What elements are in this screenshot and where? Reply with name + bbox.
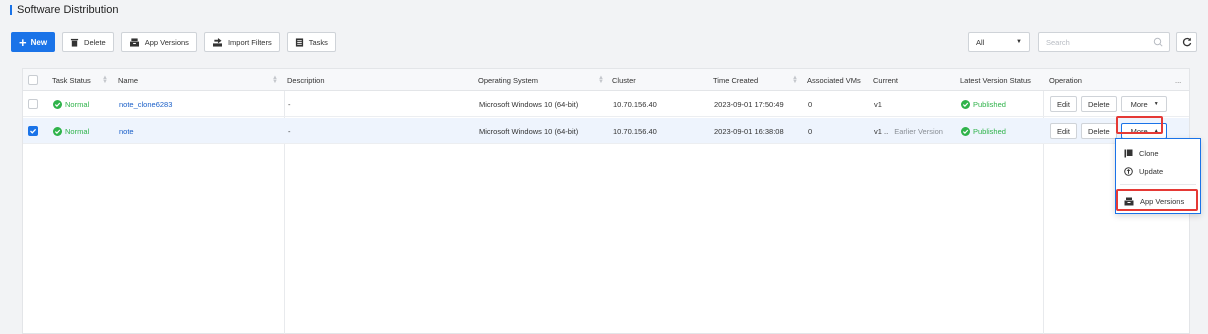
search-icon[interactable] bbox=[1153, 37, 1163, 47]
title-accent-bar bbox=[10, 5, 12, 15]
import-icon bbox=[212, 37, 222, 47]
header-associated-vms: Associated VMs bbox=[807, 75, 861, 85]
search-input[interactable] bbox=[1046, 37, 1146, 47]
table-row[interactable]: Normal note - Microsoft Windows 10 (64-b… bbox=[23, 118, 1189, 144]
associated-vms-cell: 0 bbox=[808, 126, 813, 136]
header-operating-system: Operating System bbox=[478, 75, 539, 85]
current-version-cell: v1 .. Earlier Version bbox=[874, 126, 943, 136]
header-name[interactable]: Name bbox=[118, 69, 138, 91]
delete-button-label: Delete bbox=[84, 37, 106, 47]
select-all-cell bbox=[28, 69, 38, 91]
table-header: Task Status ▲ ▼ Name ▲ ▼ Description Opera… bbox=[23, 69, 1189, 91]
operation-cell: Edit Delete More ▼ bbox=[1050, 91, 1171, 117]
page-header: Software Distribution bbox=[10, 4, 119, 16]
clone-icon bbox=[1124, 149, 1133, 157]
tasks-button[interactable]: Tasks bbox=[286, 32, 336, 52]
update-icon bbox=[1124, 166, 1133, 176]
filter-select-value: All bbox=[976, 37, 985, 47]
menu-item-update[interactable]: Update bbox=[1116, 162, 1200, 180]
refresh-icon bbox=[1182, 37, 1191, 47]
sort-icon[interactable]: ▲ ▼ bbox=[272, 75, 278, 85]
current-version-cell: v1 bbox=[874, 99, 882, 109]
header-time-created[interactable]: Time Created bbox=[713, 69, 758, 91]
sort-icon[interactable]: ▲ ▼ bbox=[598, 75, 604, 85]
task-status-cell: Normal bbox=[53, 118, 89, 144]
import-filters-button-label: Import Filters bbox=[227, 37, 272, 47]
header-operation: Operation bbox=[1049, 75, 1082, 85]
sort-icon[interactable]: ▲ ▼ bbox=[792, 75, 798, 85]
description-cell: - bbox=[288, 99, 291, 109]
row-checkbox[interactable] bbox=[28, 126, 38, 136]
menu-item-clone[interactable]: Clone bbox=[1116, 144, 1200, 162]
more-button-highlight bbox=[1116, 116, 1163, 134]
header-current: Current bbox=[873, 75, 899, 85]
app-versions-highlight bbox=[1116, 189, 1198, 211]
table-row[interactable]: Normal note_clone6283 - Microsoft Window… bbox=[23, 91, 1189, 117]
page-title: Software Distribution bbox=[17, 4, 119, 16]
new-button[interactable]: + New bbox=[11, 32, 56, 52]
trash-icon bbox=[70, 38, 79, 47]
earlier-version-note: Earlier Version bbox=[894, 126, 943, 136]
associated-vms-cell: 0 bbox=[808, 99, 813, 109]
tasks-icon bbox=[295, 37, 303, 47]
header-description: Description bbox=[287, 75, 325, 85]
toolbar: + New Delete App Versions Import Filters… bbox=[11, 32, 1197, 52]
delete-button[interactable]: Delete bbox=[62, 32, 114, 52]
plus-icon: + bbox=[19, 34, 27, 50]
os-cell: Microsoft Windows 10 (64-bit) bbox=[479, 99, 579, 109]
description-cell: - bbox=[288, 126, 291, 136]
cluster-cell: 10.70.156.40 bbox=[613, 99, 657, 109]
os-cell: Microsoft Windows 10 (64-bit) bbox=[479, 126, 579, 136]
latest-version-status-cell: Published bbox=[961, 118, 1006, 144]
task-status-cell: Normal bbox=[53, 91, 89, 117]
header-latest-version-status: Latest Version Status bbox=[960, 75, 1031, 85]
column-settings-button[interactable]: ... bbox=[1175, 69, 1181, 91]
new-button-label: New bbox=[30, 37, 48, 47]
name-link[interactable]: note bbox=[119, 118, 134, 144]
check-circle-icon bbox=[53, 126, 62, 136]
edit-button[interactable]: Edit bbox=[1050, 96, 1077, 112]
refresh-button[interactable] bbox=[1176, 32, 1197, 52]
row-checkbox[interactable] bbox=[28, 99, 38, 109]
import-filters-button[interactable]: Import Filters bbox=[203, 32, 280, 52]
check-circle-icon bbox=[53, 99, 62, 109]
cluster-cell: 10.70.156.40 bbox=[613, 126, 657, 136]
caret-down-icon: ▼ bbox=[1153, 101, 1159, 107]
edit-button[interactable]: Edit bbox=[1050, 123, 1077, 139]
header-cluster: Cluster bbox=[612, 75, 636, 85]
latest-version-status-cell: Published bbox=[961, 91, 1006, 117]
header-task-status[interactable]: Task Status bbox=[52, 69, 91, 91]
sort-icon[interactable]: ▲ ▼ bbox=[102, 75, 108, 85]
right-tools: All ▼ bbox=[968, 32, 1197, 52]
time-created-cell: 2023-09-01 16:38:08 bbox=[714, 126, 784, 136]
software-table: Task Status ▲ ▼ Name ▲ ▼ Description Opera… bbox=[22, 68, 1190, 334]
menu-divider bbox=[1120, 184, 1196, 185]
check-circle-icon bbox=[961, 126, 970, 136]
app-versions-button-label: App Versions bbox=[144, 37, 189, 47]
more-button[interactable]: More ▼ bbox=[1120, 96, 1167, 112]
caret-down-icon: ▼ bbox=[1016, 39, 1022, 45]
select-all-checkbox[interactable] bbox=[28, 75, 38, 85]
tasks-button-label: Tasks bbox=[308, 37, 328, 47]
app-versions-icon bbox=[129, 37, 139, 47]
check-circle-icon bbox=[961, 99, 970, 109]
search-box bbox=[1038, 32, 1170, 52]
time-created-cell: 2023-09-01 17:50:49 bbox=[714, 99, 784, 109]
filter-select[interactable]: All ▼ bbox=[968, 32, 1030, 52]
delete-row-button[interactable]: Delete bbox=[1080, 96, 1117, 112]
app-versions-button[interactable]: App Versions bbox=[120, 32, 197, 52]
delete-row-button[interactable]: Delete bbox=[1080, 123, 1117, 139]
name-link[interactable]: note_clone6283 bbox=[119, 91, 172, 117]
